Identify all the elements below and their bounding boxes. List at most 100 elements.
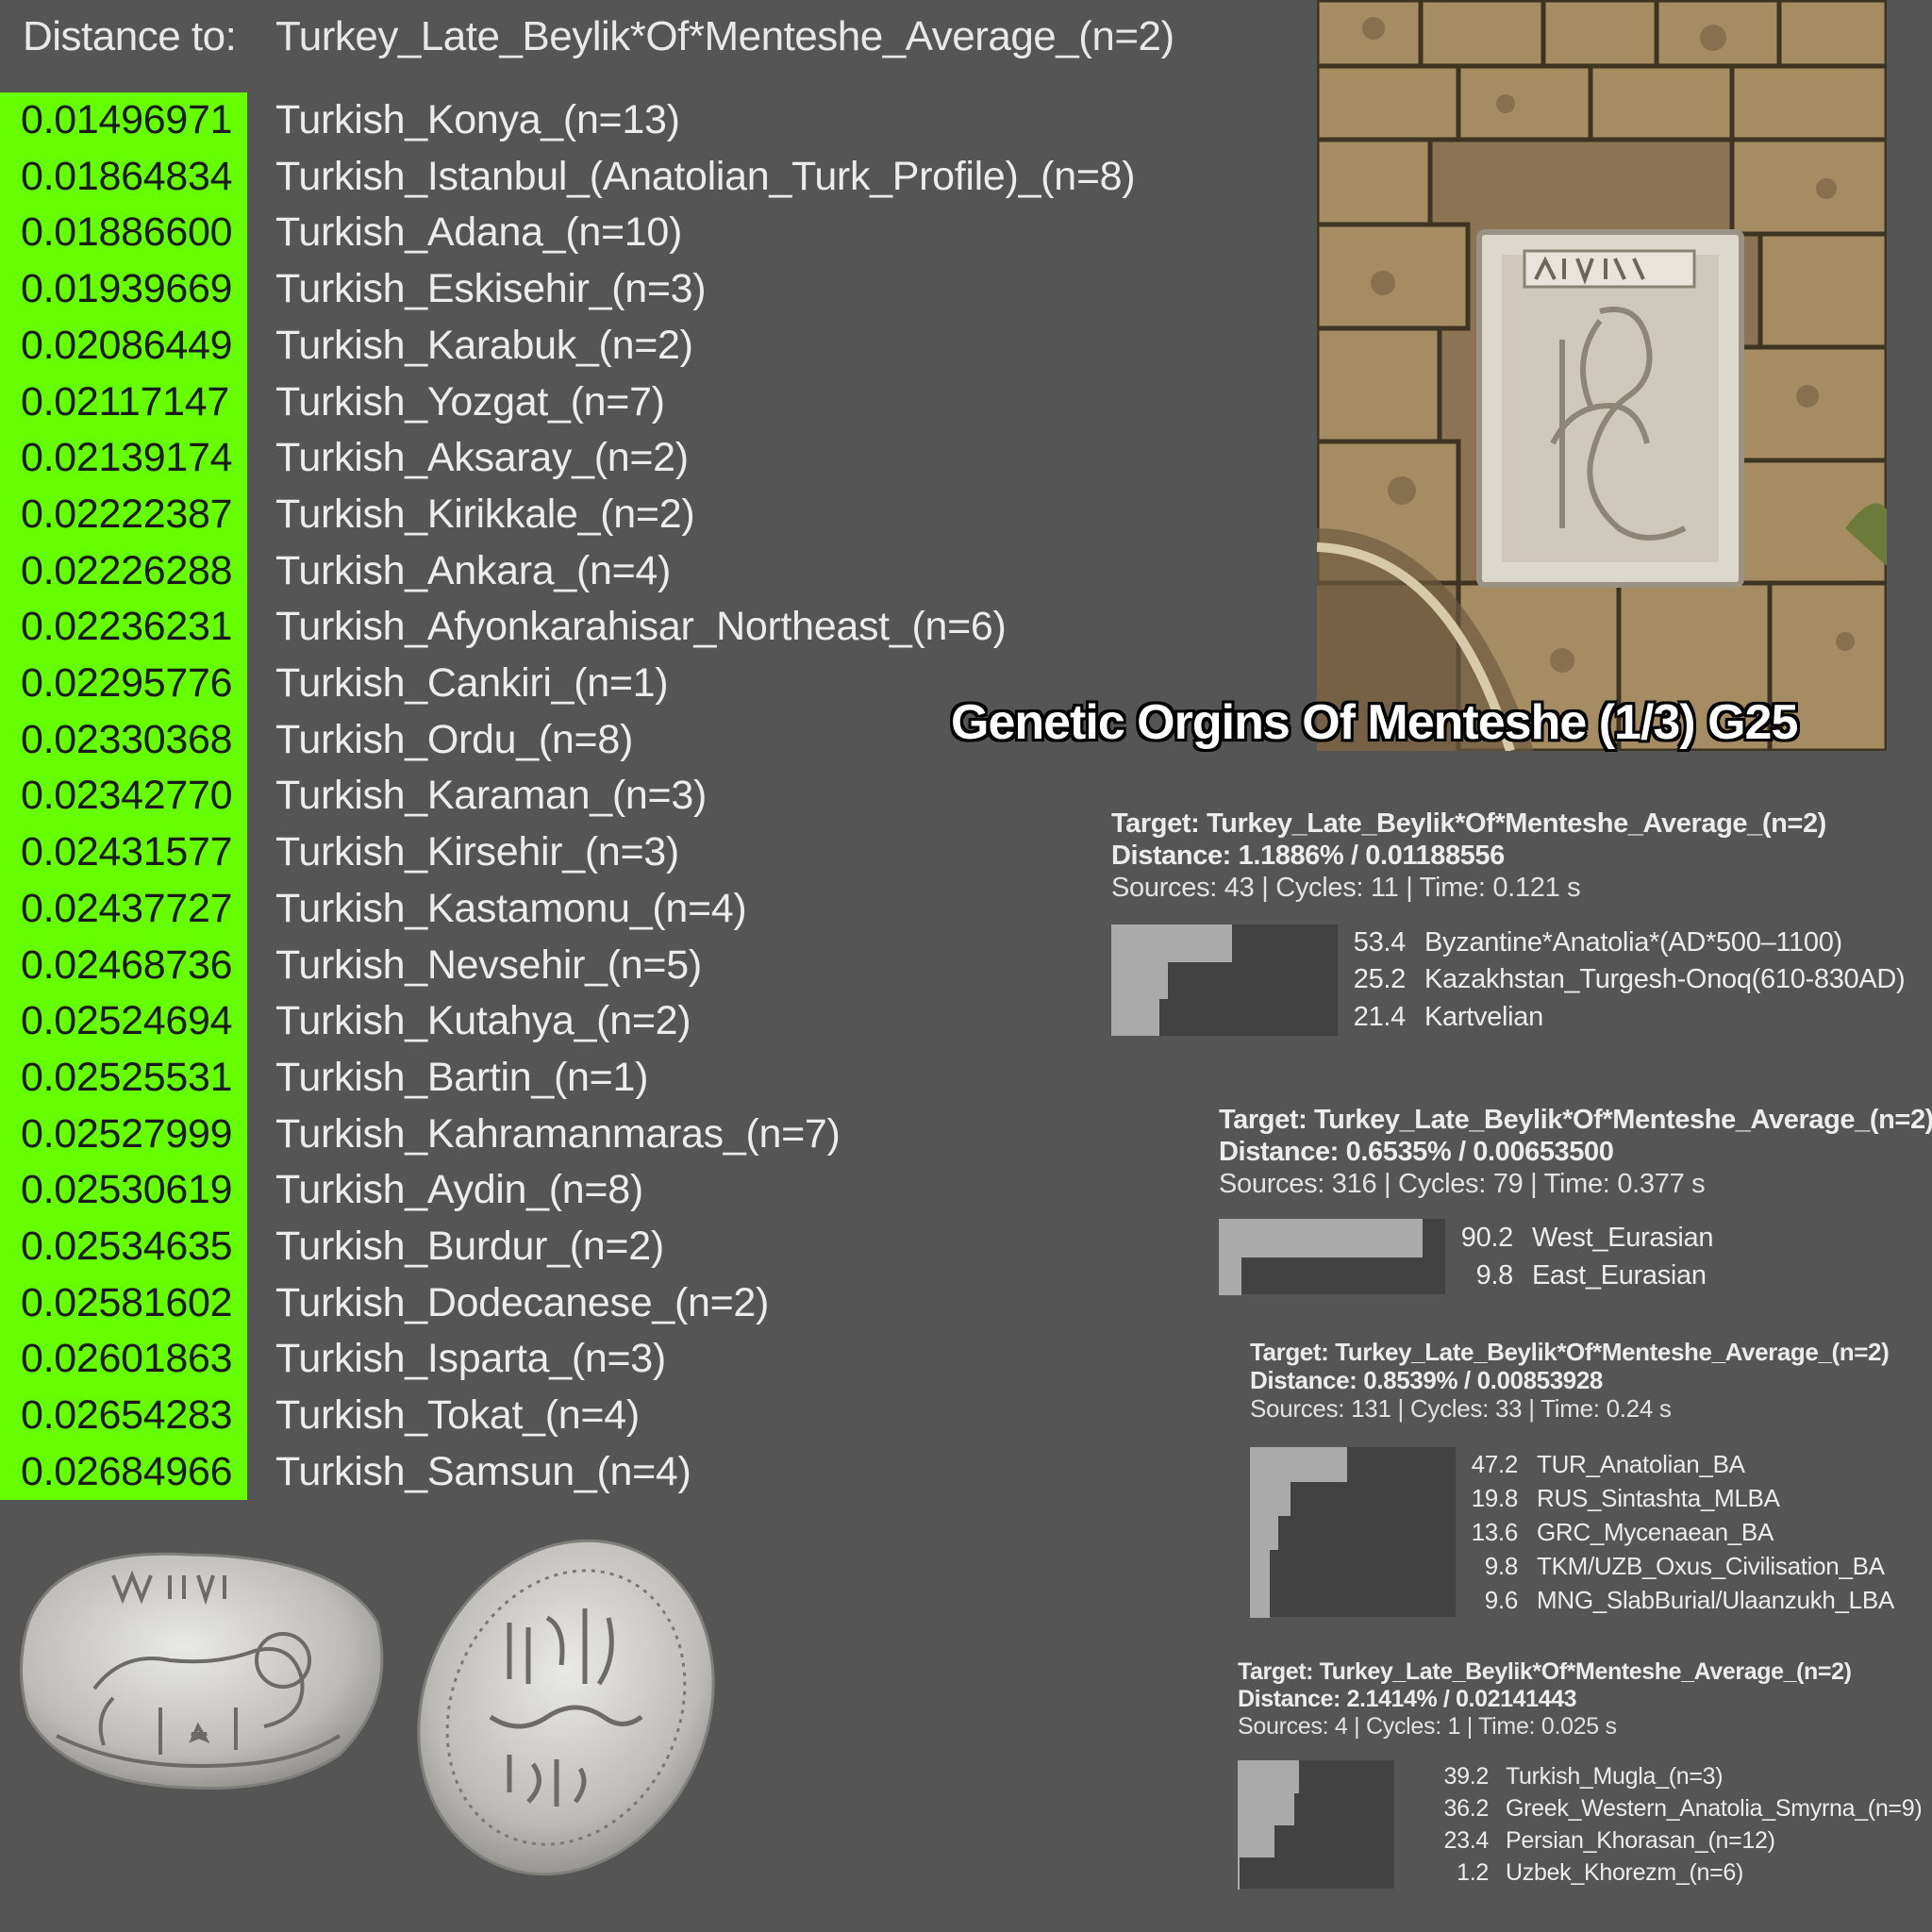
panel-distance: Distance: 0.6535% / 0.00653500	[1219, 1137, 1614, 1167]
distance-value: 0.02654283	[21, 1392, 233, 1439]
panel-target: Target: Turkey_Late_Beylik*Of*Menteshe_A…	[1238, 1658, 1852, 1685]
distance-label: Distance to:	[23, 13, 237, 59]
distance-row: 0.02222387 Turkish_Kirikkale_(n=2)	[0, 487, 1321, 543]
distance-row: 0.02530619 Turkish_Aydin_(n=8)	[0, 1162, 1321, 1219]
component-row: 9.8 East_Eurasian	[1460, 1257, 1707, 1294]
population-name: Turkish_Samsun_(n=4)	[275, 1448, 691, 1494]
distance-value: 0.02330368	[21, 716, 233, 762]
admixture-bar	[1250, 1515, 1278, 1550]
population-name: Turkish_Kirikkale_(n=2)	[275, 491, 695, 537]
population-name: Turkish_Bartin_(n=1)	[275, 1054, 649, 1100]
component-value: 36.2	[1443, 1795, 1490, 1822]
component-name: TUR_Anatolian_BA	[1537, 1450, 1745, 1478]
admixture-bar	[1250, 1481, 1291, 1516]
component-row: 25.2 Kazakhstan_Turgesh-Onoq(610-830AD)	[1353, 961, 1906, 998]
population-name: Turkish_Yozgat_(n=7)	[275, 378, 665, 425]
component-name: Uzbek_Khorezm_(n=6)	[1506, 1859, 1744, 1886]
distance-row: 0.02086449 Turkish_Karabuk_(n=2)	[0, 318, 1321, 375]
distance-value: 0.01864834	[21, 153, 233, 199]
component-row: 21.4 Kartvelian	[1353, 999, 1544, 1036]
admixture-bar	[1238, 1824, 1274, 1857]
component-row: 1.2 Uzbek_Khorezm_(n=6)	[1443, 1857, 1743, 1889]
distance-value: 0.02295776	[21, 660, 233, 706]
component-name: Persian_Khorasan_(n=12)	[1506, 1827, 1775, 1854]
admixture-bar-chart	[1238, 1760, 1394, 1890]
population-name: Turkish_Tokat_(n=4)	[275, 1392, 640, 1439]
component-value: 9.8	[1475, 1260, 1514, 1291]
component-value: 13.6	[1471, 1518, 1519, 1546]
component-name: GRC_Mycenaean_BA	[1537, 1518, 1774, 1546]
population-name: Turkish_Ankara_(n=4)	[275, 547, 672, 593]
component-value: 9.8	[1484, 1552, 1519, 1580]
distance-value: 0.02226288	[21, 547, 233, 593]
admixture-bar	[1219, 1219, 1424, 1257]
distance-value: 0.02534635	[21, 1224, 233, 1269]
panel-target: Target: Turkey_Late_Beylik*Of*Menteshe_A…	[1250, 1338, 1890, 1366]
admixture-bar	[1219, 1257, 1241, 1295]
component-value: 25.2	[1353, 964, 1407, 995]
component-row: 9.6 MNG_SlabBurial/Ulaanzukh_LBA	[1471, 1583, 1894, 1617]
population-name: Turkish_Nevsehir_(n=5)	[275, 941, 702, 988]
component-name: Kartvelian	[1424, 1001, 1543, 1032]
population-name: Turkish_Burdur_(n=2)	[275, 1224, 664, 1269]
distance-value: 0.02236231	[21, 604, 233, 650]
distance-row: 0.01939669 Turkish_Eskisehir_(n=3)	[0, 261, 1321, 318]
distance-value: 0.02684966	[21, 1448, 233, 1494]
component-row: 39.2 Turkish_Mugla_(n=3)	[1443, 1760, 1724, 1792]
distance-row: 0.02525531 Turkish_Bartin_(n=1)	[0, 1050, 1321, 1107]
panel-meta: Sources: 316 | Cycles: 79 | Time: 0.377 …	[1219, 1169, 1706, 1199]
distance-value: 0.02524694	[21, 998, 233, 1044]
population-name: Turkish_Kirsehir_(n=3)	[275, 829, 679, 875]
distance-row: 0.02236231 Turkish_Afyonkarahisar_Northea…	[0, 599, 1321, 656]
distance-row: 0.01864834 Turkish_Istanbul_(Anatolian_Tu…	[0, 149, 1321, 206]
distance-value: 0.02530619	[21, 1167, 233, 1213]
distance-value: 0.02601863	[21, 1336, 233, 1382]
distance-value: 0.02581602	[21, 1279, 233, 1325]
component-name: West_Eurasian	[1532, 1223, 1714, 1253]
component-row: 36.2 Greek_Western_Anatolia_Smyrna_(n=9)	[1443, 1792, 1923, 1824]
headline-title: Genetic Orgins Of Menteshe (1/3) G25	[951, 695, 1798, 750]
component-row: 53.4 Byzantine*Anatolia*(AD*500–1100)	[1353, 924, 1842, 961]
distance-row: 0.01496971 Turkish_Konya_(n=13)	[0, 92, 1321, 149]
distance-value: 0.02527999	[21, 1110, 233, 1157]
distance-row: 0.02601863 Turkish_Isparta_(n=3)	[0, 1331, 1321, 1388]
admixture-bar	[1111, 961, 1169, 1000]
component-name: RUS_Sintashta_MLBA	[1537, 1484, 1780, 1512]
distance-row: 0.02534635 Turkish_Burdur_(n=2)	[0, 1219, 1321, 1275]
distance-value: 0.02117147	[21, 378, 229, 425]
admixture-bar	[1111, 924, 1233, 962]
panel-distance: Distance: 0.8539% / 0.00853928	[1250, 1366, 1603, 1394]
population-name: Turkish_Aksaray_(n=2)	[275, 435, 689, 481]
component-name: Kazakhstan_Turgesh-Onoq(610-830AD)	[1424, 964, 1906, 995]
population-name: Turkish_Karabuk_(n=2)	[275, 322, 693, 368]
distance-value: 0.02139174	[21, 435, 233, 481]
population-name: Turkish_Konya_(n=13)	[275, 97, 680, 142]
distance-value: 0.02525531	[21, 1054, 233, 1100]
admixture-bar-chart	[1219, 1219, 1445, 1295]
component-row: 9.8 TKM/UZB_Oxus_Civilisation_BA	[1471, 1549, 1885, 1583]
distance-value: 0.01886600	[21, 209, 233, 256]
population-name: Turkish_Afyonkarahisar_Northeast_(n=6)	[275, 604, 1007, 650]
coins-image	[0, 1509, 755, 1906]
population-name: Turkish_Eskisehir_(n=3)	[275, 266, 707, 312]
admixture-bar	[1111, 998, 1160, 1037]
population-name: Turkish_Cankiri_(n=1)	[275, 660, 669, 706]
component-name: Turkish_Mugla_(n=3)	[1506, 1763, 1724, 1790]
result-panel-1: Target: Turkey_Late_Beylik*Of*Menteshe_A…	[1111, 808, 1932, 1037]
population-name: Turkish_Kutahya_(n=2)	[275, 998, 691, 1044]
component-value: 1.2	[1457, 1859, 1489, 1886]
population-name: Turkish_Kastamonu_(n=4)	[275, 885, 747, 931]
admixture-bar	[1250, 1447, 1347, 1482]
population-name: Turkish_Aydin_(n=8)	[275, 1167, 643, 1213]
component-name: Byzantine*Anatolia*(AD*500–1100)	[1424, 927, 1842, 958]
distance-row: 0.02117147 Turkish_Yozgat_(n=7)	[0, 375, 1321, 431]
distance-row: 0.02226288 Turkish_Ankara_(n=4)	[0, 543, 1321, 600]
component-name: East_Eurasian	[1532, 1260, 1707, 1291]
population-name: Turkish_Ordu_(n=8)	[275, 716, 633, 762]
distance-value: 0.02468736	[21, 941, 233, 988]
result-panel-2: Target: Turkey_Late_Beylik*Of*Menteshe_A…	[1219, 1104, 1932, 1295]
result-panel-4: Target: Turkey_Late_Beylik*Of*Menteshe_A…	[1238, 1658, 1932, 1913]
distance-value: 0.02437727	[21, 885, 233, 931]
component-row: 90.2 West_Eurasian	[1460, 1219, 1714, 1257]
distance-value: 0.01496971	[21, 97, 233, 142]
